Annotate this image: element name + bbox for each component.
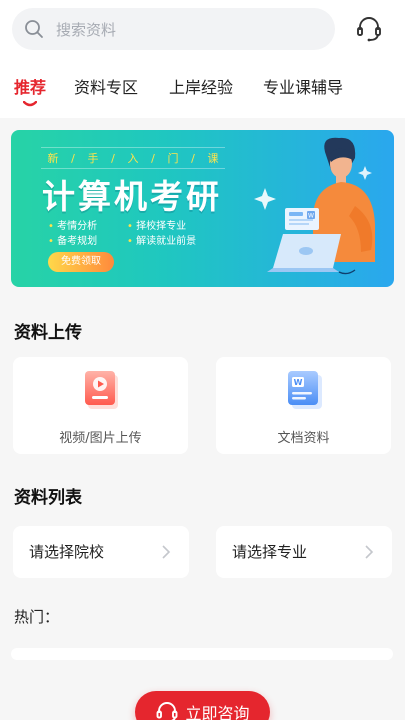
major-selector-label: 请选择专业: [232, 543, 308, 561]
list-section-title: 资料列表: [14, 488, 82, 508]
video-image-upload-card[interactable]: 视频/图片上传: [13, 357, 188, 454]
tab-active-indicator: [23, 101, 37, 107]
doc-badge-text: W: [308, 213, 314, 220]
student-laptop-illustration: W: [254, 137, 375, 275]
banner-feature: 解读就业前景: [127, 232, 196, 247]
promo-banner[interactable]: 新 / 手 / 入 / 门 / 课 计算机考研 考情分析 择校择专业 备考规划 …: [11, 130, 394, 287]
word-badge-text: W: [294, 378, 303, 387]
tab-materials-zone[interactable]: 资料专区: [74, 74, 138, 98]
major-selector[interactable]: 请选择专业: [216, 526, 392, 578]
banner-tag: 新 / 手 / 入 / 门 / 课: [46, 149, 220, 167]
word-document-icon: W: [288, 371, 322, 409]
banner-tag-sep: /: [111, 151, 115, 165]
chevron-right-icon: [365, 545, 374, 559]
document-upload-label: 文档资料: [277, 431, 330, 446]
banner-title: 计算机考研: [42, 177, 222, 216]
banner-tag-char: 课: [207, 152, 219, 165]
banner-tag-char: 手: [87, 152, 99, 165]
hot-list-container: [11, 648, 393, 660]
school-selector[interactable]: 请选择院校: [13, 526, 189, 578]
consult-now-button[interactable]: 立即咨询: [135, 691, 270, 720]
search-bar[interactable]: 搜索资料: [12, 8, 335, 50]
consult-now-label: 立即咨询: [185, 704, 250, 720]
tab-major-tutoring[interactable]: 专业课辅导: [263, 74, 343, 98]
tab-success-stories[interactable]: 上岸经验: [169, 74, 233, 98]
chevron-right-icon: [162, 545, 171, 559]
banner-feature: 备考规划: [48, 232, 97, 247]
banner-tag-char: 新: [47, 152, 59, 165]
banner-tag-char: 入: [127, 152, 139, 165]
top-header: 搜索资料 推荐 资料专区 上岸经验 专业课辅导: [0, 0, 405, 118]
school-selector-label: 请选择院校: [29, 543, 105, 561]
headset-icon: [157, 702, 178, 720]
banner-feature: 择校择专业: [127, 217, 186, 232]
upload-section-title: 资料上传: [14, 323, 82, 343]
hot-label: 热门：: [14, 608, 60, 626]
banner-tag-sep: /: [71, 151, 75, 165]
banner-feature: 考情分析: [48, 217, 97, 232]
banner-tag-sep: /: [191, 151, 195, 165]
free-claim-button[interactable]: 免费领取: [48, 252, 114, 272]
tab-bar: 推荐 资料专区 上岸经验 专业课辅导: [0, 70, 405, 110]
banner-tag-sep: /: [151, 151, 155, 165]
video-upload-icon: [85, 371, 118, 409]
video-image-upload-label: 视频/图片上传: [59, 431, 142, 446]
headset-icon[interactable]: [355, 15, 383, 43]
search-icon: [25, 20, 43, 38]
document-upload-card[interactable]: W 文档资料: [216, 357, 391, 454]
search-placeholder: 搜索资料: [56, 20, 117, 39]
tab-recommend[interactable]: 推荐: [14, 74, 46, 98]
banner-tag-char: 门: [167, 152, 179, 165]
